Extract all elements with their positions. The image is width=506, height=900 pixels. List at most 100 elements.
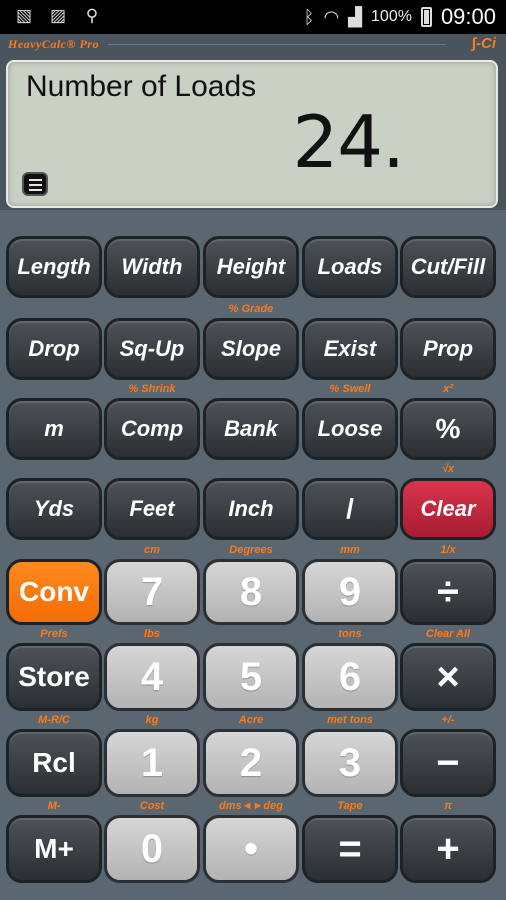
clock: 09:00 xyxy=(440,4,496,29)
key-label: Inch xyxy=(228,496,274,521)
key-label: 5 xyxy=(239,654,263,699)
height-button[interactable]: Height xyxy=(203,236,299,298)
rcl-button[interactable]: Rcl xyxy=(6,729,102,797)
key-label: M+ xyxy=(34,833,74,864)
1-button[interactable]: 1 xyxy=(104,729,200,797)
key-label: Sq-Up xyxy=(119,336,185,361)
key-label: + xyxy=(436,826,460,871)
secondary-function-label: π xyxy=(444,800,452,812)
secondary-function-label: tons xyxy=(338,628,362,640)
clear-button[interactable]: Clear xyxy=(400,478,496,540)
key-label: Loads xyxy=(317,254,383,279)
equals-button[interactable]: = xyxy=(302,815,398,883)
plus-button[interactable]: + xyxy=(400,815,496,883)
2-button[interactable]: 2 xyxy=(203,729,299,797)
slope-button[interactable]: Slope xyxy=(203,318,299,380)
cutslashfill-button[interactable]: Cut/Fill xyxy=(400,236,496,298)
brand-name: HeavyCalc® Pro xyxy=(8,37,99,51)
decimal-button[interactable]: • xyxy=(203,815,299,883)
key-label: m xyxy=(44,416,64,441)
key-label: / xyxy=(346,493,354,524)
6-button[interactable]: 6 xyxy=(302,643,398,711)
secondary-function-label: Clear All xyxy=(425,628,471,640)
secondary-function-label: % Swell xyxy=(329,383,371,395)
exist-button[interactable]: Exist xyxy=(302,318,398,380)
picture-icon: ▧ xyxy=(15,6,33,25)
key-label: Comp xyxy=(120,416,184,441)
key-label: 6 xyxy=(338,654,362,699)
bluetooth-icon: ᛒ xyxy=(303,6,315,27)
key-label: Feet xyxy=(129,496,175,521)
4-button[interactable]: 4 xyxy=(104,643,200,711)
comp-button[interactable]: Comp xyxy=(104,398,200,460)
secondary-function-label: Degrees xyxy=(229,544,273,556)
battery-percent: 100% xyxy=(371,8,412,25)
multiply-button[interactable]: × xyxy=(400,643,496,711)
key-label: 3 xyxy=(338,740,362,785)
key-label: Rcl xyxy=(32,747,76,778)
3-button[interactable]: 3 xyxy=(302,729,398,797)
m-button[interactable]: m xyxy=(6,398,102,460)
secondary-function-label: dms◄►deg xyxy=(219,800,283,812)
percent-button[interactable]: % xyxy=(400,398,496,460)
key-label: = xyxy=(338,826,362,871)
secondary-function-label: Acre xyxy=(238,714,264,726)
0-button[interactable]: 0 xyxy=(104,815,200,883)
mplus-button[interactable]: M+ xyxy=(6,815,102,883)
secondary-function-label: +/- xyxy=(441,714,455,726)
length-button[interactable]: Length xyxy=(6,236,102,298)
secondary-function-label: kg xyxy=(145,714,159,726)
sq-up-button[interactable]: Sq-Up xyxy=(104,318,200,380)
drop-button[interactable]: Drop xyxy=(6,318,102,380)
secondary-function-label: x² xyxy=(443,383,453,395)
image-icon: ▨ xyxy=(49,6,67,25)
5-button[interactable]: 5 xyxy=(203,643,299,711)
8-button[interactable]: 8 xyxy=(203,559,299,625)
loose-button[interactable]: Loose xyxy=(302,398,398,460)
9-button[interactable]: 9 xyxy=(302,559,398,625)
status-icons-right: ᛒ ◠ ▟ 100% 09:00 xyxy=(304,4,496,30)
divide-button[interactable]: ÷ xyxy=(400,559,496,625)
yds-button[interactable]: Yds xyxy=(6,478,102,540)
loads-button[interactable]: Loads xyxy=(302,236,398,298)
brand-divider xyxy=(108,44,446,46)
key-label: 0 xyxy=(140,826,164,871)
key-label: Yds xyxy=(33,496,75,521)
key-label: Width xyxy=(121,254,183,279)
secondary-function-label: Tape xyxy=(337,800,363,812)
key-label: Clear xyxy=(420,496,476,521)
secondary-function-label: mm xyxy=(340,544,360,556)
brand-bar: HeavyCalc® Pro ∫-Ci xyxy=(0,34,506,56)
secondary-function-label: M-R/C xyxy=(38,714,70,726)
feet-button[interactable]: Feet xyxy=(104,478,200,540)
key-label: Drop xyxy=(28,336,80,361)
battery-icon xyxy=(420,7,432,27)
width-button[interactable]: Width xyxy=(104,236,200,298)
display-area: Number of Loads 24. xyxy=(0,56,506,210)
store-button[interactable]: Store xyxy=(6,643,102,711)
key-label: 4 xyxy=(140,654,164,699)
company-logo: ∫-Ci xyxy=(471,35,496,52)
lcd-display: Number of Loads 24. xyxy=(6,60,498,208)
key-label: Slope xyxy=(221,336,281,361)
keyhole-icon: ⚲ xyxy=(85,6,99,25)
prop-button[interactable]: Prop xyxy=(400,318,496,380)
secondary-function-label: M- xyxy=(47,800,61,812)
display-label: Number of Loads xyxy=(26,70,257,103)
menu-icon[interactable] xyxy=(22,172,48,196)
key-label: ÷ xyxy=(437,569,459,614)
key-label: 7 xyxy=(140,569,164,614)
signal-icon: ▟ xyxy=(348,6,363,27)
7-button[interactable]: 7 xyxy=(104,559,200,625)
slash-button[interactable]: / xyxy=(302,478,398,540)
display-value: 24. xyxy=(292,100,405,184)
key-label: 1 xyxy=(140,740,164,785)
minus-button[interactable]: − xyxy=(400,729,496,797)
inch-button[interactable]: Inch xyxy=(203,478,299,540)
conv-button[interactable]: Conv xyxy=(6,559,102,625)
key-label: Bank xyxy=(224,416,278,441)
key-label: Loose xyxy=(317,416,383,441)
key-label: 8 xyxy=(239,569,263,614)
bank-button[interactable]: Bank xyxy=(203,398,299,460)
key-label: − xyxy=(436,740,460,785)
